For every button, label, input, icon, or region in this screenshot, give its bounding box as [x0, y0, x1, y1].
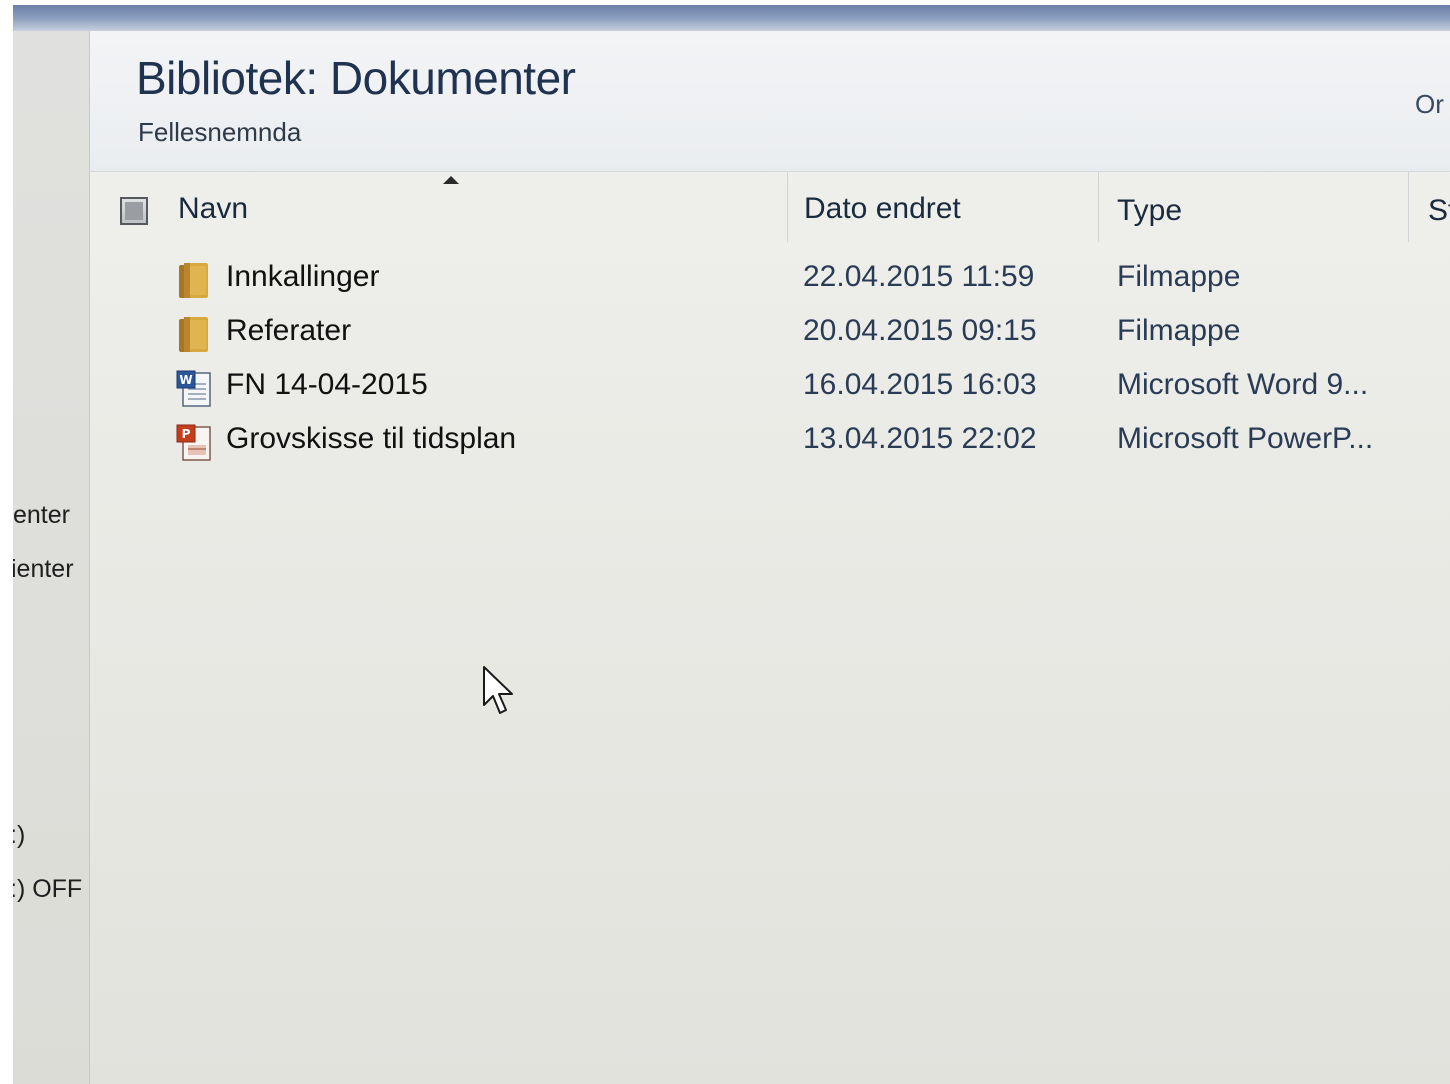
file-row[interactable]: W FN 14-04-2015 16.04.2015 16:03 Microso… [90, 362, 1430, 414]
navigation-pane: enter ienter :) :) OFF [13, 31, 90, 1084]
file-row[interactable]: Referater 20.04.2015 09:15 Filmappe [90, 308, 1430, 360]
file-row[interactable]: Innkallinger 22.04.2015 11:59 Filmappe [90, 254, 1430, 306]
file-type: Microsoft Word 9... [1117, 368, 1369, 401]
file-name: FN 14-04-2015 [226, 368, 428, 401]
column-header-size[interactable]: St [1428, 194, 1450, 228]
folder-icon [179, 317, 208, 352]
column-divider[interactable] [1098, 172, 1099, 242]
select-all-checkbox[interactable] [120, 197, 148, 225]
nav-item-drive-off[interactable]: :) OFF [13, 875, 82, 904]
column-divider[interactable] [1408, 172, 1409, 242]
sort-ascending-icon [443, 176, 459, 184]
column-header-date[interactable]: Dato endret [804, 192, 961, 226]
file-date: 22.04.2015 11:59 [803, 260, 1035, 293]
explorer-window: enter ienter :) :) OFF Bibliotek: Dokume… [13, 5, 1450, 1084]
file-name: Referater [226, 314, 352, 347]
file-date: 20.04.2015 09:15 [803, 314, 1037, 347]
nav-item-documents[interactable]: enter [13, 501, 70, 530]
arrange-by-link[interactable]: Or [1415, 89, 1444, 120]
mouse-pointer-icon [483, 666, 513, 714]
file-row[interactable]: P Grovskisse til tidsplan 13.04.2015 22:… [90, 416, 1430, 468]
file-list-pane: Bibliotek: Dokumenter Fellesnemnda Or Na… [90, 31, 1450, 1084]
library-header: Bibliotek: Dokumenter Fellesnemnda Or [90, 31, 1450, 172]
file-date: 16.04.2015 16:03 [803, 368, 1037, 401]
column-header-row: Navn Dato endret Type St [90, 172, 1450, 242]
file-type: Filmappe [1117, 314, 1241, 347]
powerpoint-document-icon: P [176, 424, 211, 461]
file-date: 13.04.2015 22:02 [803, 422, 1037, 455]
library-subtitle: Fellesnemnda [138, 117, 302, 147]
nav-item-local-disk[interactable]: :) [13, 821, 25, 850]
nav-item-public-documents[interactable]: ienter [13, 555, 74, 584]
svg-text:P: P [182, 427, 191, 441]
column-header-type[interactable]: Type [1117, 194, 1182, 228]
window-titlebar [13, 5, 1450, 31]
file-type: Microsoft PowerP... [1117, 422, 1374, 455]
page-title: Bibliotek: Dokumenter [136, 52, 576, 104]
file-name: Innkallinger [226, 260, 380, 293]
svg-text:W: W [179, 373, 192, 387]
word-document-icon: W [176, 370, 211, 407]
file-name: Grovskisse til tidsplan [226, 422, 517, 455]
column-header-name[interactable]: Navn [178, 192, 248, 226]
column-divider[interactable] [787, 172, 788, 242]
file-type: Filmappe [1117, 260, 1241, 293]
folder-icon [179, 263, 208, 298]
